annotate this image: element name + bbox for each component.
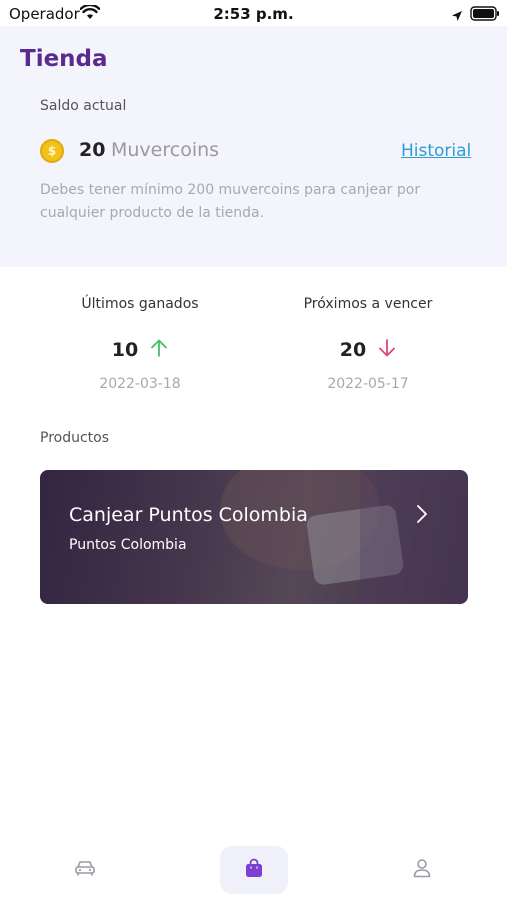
products-section-label: Productos (40, 430, 110, 446)
product-title: Canjear Puntos Colombia (69, 504, 308, 526)
product-card-puntos-colombia[interactable]: Canjear Puntos Colombia Puntos Colombia (40, 470, 468, 604)
chevron-right-icon (416, 504, 428, 528)
car-icon (74, 859, 96, 881)
earned-stat: Últimos ganados 10 2022-03-18 (40, 296, 240, 392)
expiring-date: 2022-05-17 (327, 376, 409, 392)
expiring-stat: Próximos a vencer 20 2022-05-17 (268, 296, 468, 392)
coin-icon: $ (40, 139, 64, 163)
tab-profile[interactable] (388, 846, 456, 894)
page-title: Tienda (20, 46, 108, 72)
user-icon (412, 858, 432, 882)
saldo-label: Saldo actual (40, 98, 127, 114)
balance-unit: Muvercoins (111, 139, 220, 161)
battery-icon (470, 6, 500, 25)
tab-store[interactable] (220, 846, 288, 894)
earned-date: 2022-03-18 (99, 376, 181, 392)
earned-value: 10 (111, 339, 139, 361)
location-arrow-icon (451, 7, 463, 26)
arrow-up-icon (150, 338, 168, 362)
product-subtitle: Puntos Colombia (69, 537, 187, 553)
status-bar: Operador 2:53 p.m. (0, 0, 507, 28)
balance-value: 20 (79, 139, 106, 161)
earned-label: Últimos ganados (81, 296, 199, 312)
arrow-down-icon (378, 338, 396, 362)
historial-link[interactable]: Historial (401, 141, 471, 161)
expiring-value: 20 (339, 339, 367, 361)
expiring-label: Próximos a vencer (303, 296, 433, 312)
balance-panel: Tienda Saldo actual $ 20 Muvercoins Hist… (0, 26, 507, 267)
tab-bar (0, 838, 507, 900)
status-time: 2:53 p.m. (213, 5, 294, 23)
tab-vehicles[interactable] (51, 846, 119, 894)
info-text: Debes tener mínimo 200 muvercoins para c… (40, 182, 421, 221)
shopping-bag-icon (244, 858, 264, 882)
